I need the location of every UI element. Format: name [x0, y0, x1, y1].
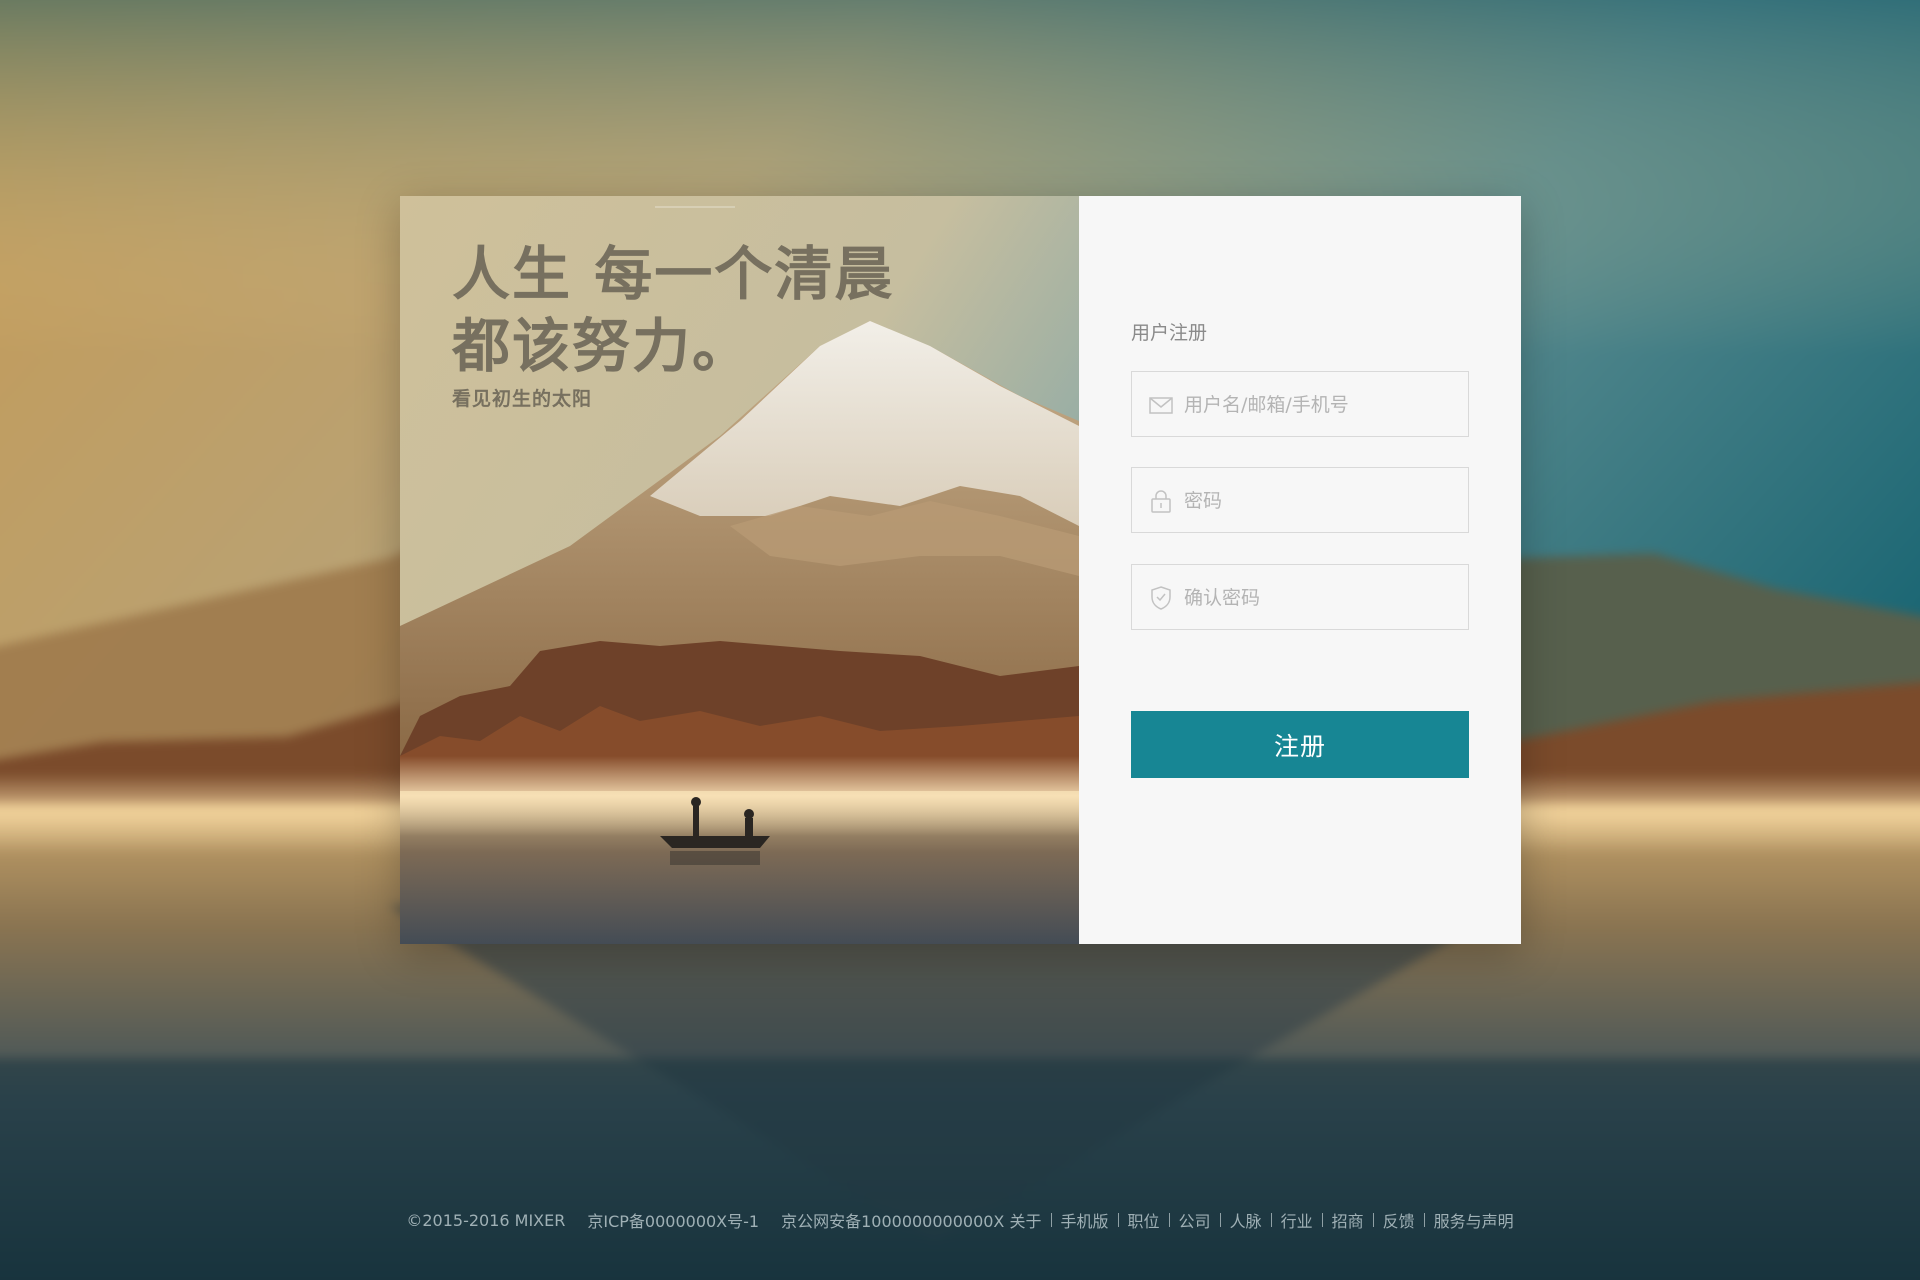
confirm-password-field[interactable] — [1131, 564, 1469, 631]
police-text: 京公网安备1000000000000X — [781, 1212, 1005, 1231]
username-input[interactable] — [1182, 372, 1466, 438]
footer-link-terms[interactable]: 服务与声明 — [1434, 1212, 1514, 1231]
footer-link-mobile[interactable]: 手机版 — [1061, 1212, 1109, 1231]
footer-link-feedback[interactable]: 反馈 — [1383, 1212, 1415, 1231]
password-field[interactable] — [1131, 467, 1469, 534]
mail-icon — [1149, 397, 1173, 414]
hero-slogan: 人生 每一个清晨 都该努力。 看见初生的太阳 — [452, 238, 894, 414]
hero-subtitle: 看见初生的太阳 — [452, 388, 593, 410]
register-button[interactable]: 注册 — [1131, 711, 1469, 778]
icp-text: 京ICP备0000000X号-1 — [587, 1212, 760, 1231]
footer: ©2015-2016 MIXER 京ICP备0000000X号-1 京公网安备100… — [0, 1208, 1920, 1232]
password-input[interactable] — [1182, 468, 1466, 534]
footer-link-company[interactable]: 公司 — [1179, 1212, 1211, 1231]
hero-headline-line1: 人生 每一个清晨 — [452, 240, 895, 308]
hero-panel: 人生 每一个清晨 都该努力。 看见初生的太阳 — [400, 196, 1079, 944]
footer-link-jobs[interactable]: 职位 — [1128, 1212, 1160, 1231]
footer-link-industry[interactable]: 行业 — [1281, 1212, 1313, 1231]
footer-link-business[interactable]: 招商 — [1332, 1212, 1364, 1231]
footer-link-network[interactable]: 人脉 — [1230, 1212, 1262, 1231]
decorative-line — [655, 206, 735, 208]
username-field[interactable] — [1131, 371, 1469, 438]
register-form: 用户注册 用户名/邮箱/手机号 注册 — [1079, 196, 1521, 944]
form-title: 用户注册 — [1131, 322, 1208, 344]
hero-headline-line2: 都该努力。 — [452, 312, 753, 380]
footer-link-about[interactable]: 关于 — [1010, 1212, 1042, 1231]
page: 人生 每一个清晨 都该努力。 看见初生的太阳 用户注册 用户名/邮箱/手机号 注… — [0, 0, 1920, 1280]
confirm-password-input[interactable] — [1182, 565, 1466, 631]
register-card: 人生 每一个清晨 都该努力。 看见初生的太阳 用户注册 用户名/邮箱/手机号 注… — [400, 196, 1521, 944]
copyright-text: ©2015-2016 MIXER — [406, 1210, 566, 1230]
shield-icon — [1151, 586, 1171, 610]
lock-icon — [1151, 490, 1171, 513]
